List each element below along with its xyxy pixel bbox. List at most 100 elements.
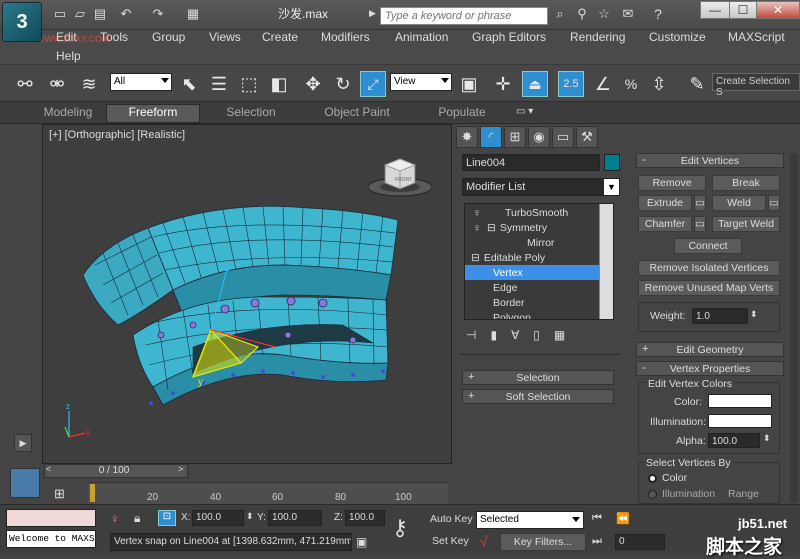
modifier-list-dropdown[interactable]: Modifier List ▼ xyxy=(462,178,620,196)
communication-center-icon[interactable]: ✉ xyxy=(620,6,636,22)
weight-spinner[interactable]: 1.0 xyxy=(692,308,748,324)
selection-lock-icon[interactable]: 🔒︎ xyxy=(134,511,140,526)
menu-tools[interactable]: Tools xyxy=(100,30,128,44)
tab-populate[interactable]: Populate xyxy=(420,105,504,119)
close-button[interactable]: ✕ xyxy=(756,1,800,19)
y-coordinate-field[interactable]: 100.0 xyxy=(268,510,322,526)
utilities-tab-icon[interactable]: ⚒ xyxy=(576,126,598,148)
set-key-button[interactable]: Set Key xyxy=(432,535,469,547)
keyboard-shortcut-override-icon[interactable]: ⏏ xyxy=(522,71,548,97)
bulb-icon[interactable]: ♀ xyxy=(473,222,483,234)
show-end-result-icon[interactable]: ▮ xyxy=(490,328,497,344)
maxscript-listener-top[interactable] xyxy=(6,509,96,527)
expand-minus-icon[interactable]: ⊟ xyxy=(471,252,480,264)
z-coordinate-field[interactable]: 100.0 xyxy=(345,510,385,526)
x-spinner-icon[interactable]: ⬍ xyxy=(246,511,254,522)
ribbon-options-icon[interactable]: ▭ ▾ xyxy=(516,106,533,117)
select-by-name-icon[interactable]: ☰ xyxy=(206,71,232,97)
make-unique-icon[interactable]: ∀ xyxy=(511,328,519,344)
select-object-icon[interactable]: ⬉ xyxy=(176,71,202,97)
help-icon[interactable]: ? xyxy=(650,6,666,22)
maximize-button[interactable]: ☐ xyxy=(729,1,757,19)
open-file-icon[interactable]: ▱ xyxy=(72,6,88,22)
pin-stack-icon[interactable]: ⊣ xyxy=(466,328,476,344)
search-arrow-icon[interactable]: ▶ xyxy=(369,8,376,19)
subscription-icon[interactable]: ⚲ xyxy=(574,6,590,22)
menu-create[interactable]: Create xyxy=(262,30,298,44)
break-button[interactable]: Break xyxy=(712,175,780,191)
bulb-icon[interactable]: ♀ xyxy=(473,207,483,219)
menu-maxscript[interactable]: MAXScript xyxy=(728,30,785,44)
display-tab-icon[interactable]: ▭ xyxy=(552,126,574,148)
stack-item-editable-poly[interactable]: ⊟ Editable Poly xyxy=(465,250,613,265)
rectangular-selection-icon[interactable]: ⬚ xyxy=(236,71,262,97)
weld-settings-icon[interactable]: ▭ xyxy=(768,195,780,211)
remove-modifier-icon[interactable]: ▯ xyxy=(533,328,540,344)
bind-space-warp-icon[interactable]: ≋ xyxy=(76,71,102,97)
viewport-orthographic[interactable]: [+] [Orthographic] [Realistic] FRONT z y… xyxy=(42,124,452,464)
redo-icon[interactable]: ↷ xyxy=(150,6,166,22)
set-key-icon[interactable]: ⚷ xyxy=(392,515,408,541)
link-icon[interactable]: ⚯ xyxy=(12,71,38,97)
chamfer-settings-icon[interactable]: ▭ xyxy=(694,216,706,232)
save-file-icon[interactable]: ▤ xyxy=(92,6,108,22)
menu-modifiers[interactable]: Modifiers xyxy=(321,30,370,44)
remove-button[interactable]: Remove xyxy=(638,175,706,191)
radio-illumination[interactable] xyxy=(648,490,657,499)
angle-snap-icon[interactable]: ∠ xyxy=(590,71,616,97)
new-file-icon[interactable]: ▭ xyxy=(52,6,68,22)
extrude-button[interactable]: Extrude xyxy=(638,195,692,211)
configure-sets-icon[interactable]: ▦ xyxy=(554,328,565,344)
maxscript-listener[interactable]: Welcome to MAXS xyxy=(6,530,96,548)
motion-tab-icon[interactable]: ◉ xyxy=(528,126,550,148)
extrude-settings-icon[interactable]: ▭ xyxy=(694,195,706,211)
menu-animation[interactable]: Animation xyxy=(395,30,448,44)
time-slider-prev-icon[interactable]: < xyxy=(46,464,51,474)
search-input[interactable] xyxy=(380,7,548,25)
stack-item-vertex[interactable]: Vertex xyxy=(465,265,599,280)
connect-button[interactable]: Connect xyxy=(674,238,742,254)
rollout-selection[interactable]: + Selection xyxy=(462,370,614,385)
stack-item-edge[interactable]: Edge xyxy=(465,280,613,295)
alpha-spinner[interactable]: 100.0 xyxy=(708,433,760,448)
isolate-selection-icon[interactable]: ♀ xyxy=(110,511,120,526)
minimize-button[interactable]: — xyxy=(700,1,730,19)
absolute-mode-icon[interactable]: ⊡ xyxy=(158,510,176,526)
tab-object-paint[interactable]: Object Paint xyxy=(310,105,404,119)
stack-item-symmetry[interactable]: ♀ ⊟ Symmetry xyxy=(465,220,613,235)
move-icon[interactable]: ✥ xyxy=(300,71,326,97)
weight-spinner-arrows-icon[interactable]: ⬍ xyxy=(750,309,758,320)
object-name-field[interactable]: Line004 xyxy=(462,154,600,171)
menu-group[interactable]: Group xyxy=(152,30,185,44)
spinner-snap-icon[interactable]: ⇳ xyxy=(646,71,672,97)
key-filter-curve-icon[interactable]: √ xyxy=(480,533,488,549)
radio-color[interactable] xyxy=(648,474,657,483)
rollout-soft-selection[interactable]: + Soft Selection xyxy=(462,389,614,404)
menu-rendering[interactable]: Rendering xyxy=(570,30,625,44)
rollout-vertex-properties[interactable]: - Vertex Properties xyxy=(636,361,784,376)
rotate-icon[interactable]: ↻ xyxy=(330,71,356,97)
color-swatch[interactable] xyxy=(708,394,772,408)
percent-snap-icon[interactable]: % xyxy=(618,71,644,97)
favorites-star-icon[interactable]: ☆ xyxy=(596,6,612,22)
mini-curve-editor-icon[interactable]: ⊞ xyxy=(54,486,65,502)
key-mode-dropdown[interactable]: Selected xyxy=(476,511,584,529)
auto-key-button[interactable]: Auto Key xyxy=(430,513,473,525)
expand-arrow-icon[interactable]: ▶ xyxy=(14,434,32,452)
tab-freeform[interactable]: Freeform xyxy=(106,105,200,119)
selection-filter-dropdown[interactable]: All xyxy=(110,73,172,91)
tab-modeling[interactable]: Modeling xyxy=(30,105,106,119)
stack-scrollbar[interactable] xyxy=(599,204,613,319)
menu-help[interactable]: Help xyxy=(56,49,81,63)
alpha-spinner-arrows-icon[interactable]: ⬍ xyxy=(763,433,771,444)
modify-tab-icon[interactable]: ◜ xyxy=(480,126,502,148)
binoculars-icon[interactable]: ⌕ xyxy=(552,6,568,22)
chamfer-button[interactable]: Chamfer xyxy=(638,216,692,232)
create-tab-icon[interactable]: ✸ xyxy=(456,126,478,148)
menu-graph-editors[interactable]: Graph Editors xyxy=(472,30,546,44)
weld-button[interactable]: Weld xyxy=(712,195,766,211)
menu-customize[interactable]: Customize xyxy=(649,30,706,44)
named-selection-dropdown[interactable]: Create Selection S xyxy=(712,73,800,98)
scale-icon[interactable]: ⤢ xyxy=(360,71,386,97)
snaps-toggle-icon[interactable]: 2.5 xyxy=(558,71,584,97)
